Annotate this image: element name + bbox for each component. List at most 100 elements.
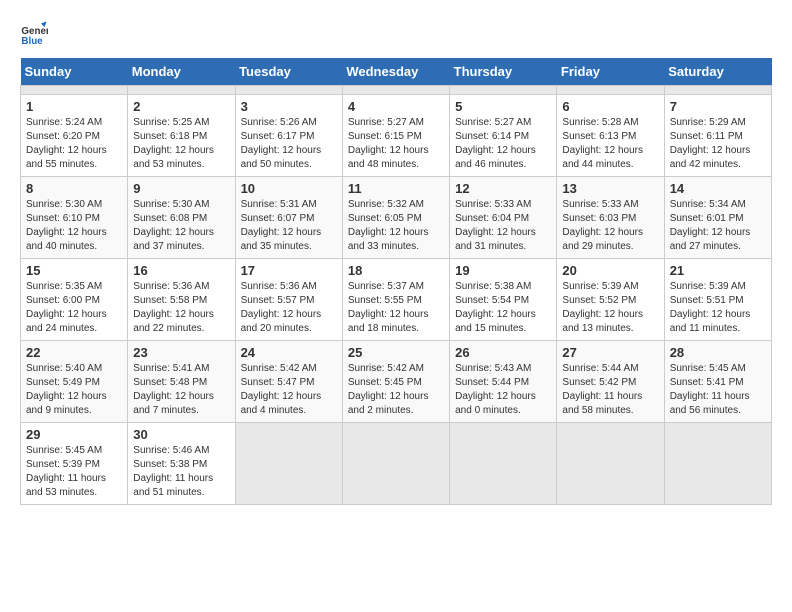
calendar-cell: 7 Sunrise: 5:29 AMSunset: 6:11 PMDayligh… bbox=[664, 95, 771, 177]
day-detail: Sunrise: 5:33 AMSunset: 6:03 PMDaylight:… bbox=[562, 198, 658, 254]
day-number: 12 bbox=[455, 181, 551, 196]
day-number: 27 bbox=[562, 345, 658, 360]
day-number: 5 bbox=[455, 99, 551, 114]
calendar-cell bbox=[235, 86, 342, 95]
day-detail: Sunrise: 5:26 AMSunset: 6:17 PMDaylight:… bbox=[241, 116, 337, 172]
day-detail: Sunrise: 5:30 AMSunset: 6:10 PMDaylight:… bbox=[26, 198, 122, 254]
day-detail: Sunrise: 5:25 AMSunset: 6:18 PMDaylight:… bbox=[133, 116, 229, 172]
calendar-cell bbox=[557, 86, 664, 95]
day-number: 3 bbox=[241, 99, 337, 114]
calendar-week-0 bbox=[21, 86, 772, 95]
day-header-sunday: Sunday bbox=[21, 58, 128, 86]
calendar-cell bbox=[664, 423, 771, 505]
calendar-cell: 30 Sunrise: 5:46 AMSunset: 5:38 PMDaylig… bbox=[128, 423, 235, 505]
day-number: 18 bbox=[348, 263, 444, 278]
day-header-thursday: Thursday bbox=[450, 58, 557, 86]
calendar-cell: 16 Sunrise: 5:36 AMSunset: 5:58 PMDaylig… bbox=[128, 259, 235, 341]
day-number: 7 bbox=[670, 99, 766, 114]
day-number: 23 bbox=[133, 345, 229, 360]
calendar-cell: 13 Sunrise: 5:33 AMSunset: 6:03 PMDaylig… bbox=[557, 177, 664, 259]
day-detail: Sunrise: 5:38 AMSunset: 5:54 PMDaylight:… bbox=[455, 280, 551, 336]
day-detail: Sunrise: 5:33 AMSunset: 6:04 PMDaylight:… bbox=[455, 198, 551, 254]
day-detail: Sunrise: 5:45 AMSunset: 5:39 PMDaylight:… bbox=[26, 444, 122, 500]
day-number: 8 bbox=[26, 181, 122, 196]
calendar-cell bbox=[450, 86, 557, 95]
calendar-cell: 23 Sunrise: 5:41 AMSunset: 5:48 PMDaylig… bbox=[128, 341, 235, 423]
day-detail: Sunrise: 5:44 AMSunset: 5:42 PMDaylight:… bbox=[562, 362, 658, 418]
calendar-cell: 21 Sunrise: 5:39 AMSunset: 5:51 PMDaylig… bbox=[664, 259, 771, 341]
day-number: 2 bbox=[133, 99, 229, 114]
day-number: 28 bbox=[670, 345, 766, 360]
calendar-cell: 25 Sunrise: 5:42 AMSunset: 5:45 PMDaylig… bbox=[342, 341, 449, 423]
calendar-cell: 27 Sunrise: 5:44 AMSunset: 5:42 PMDaylig… bbox=[557, 341, 664, 423]
calendar-cell: 10 Sunrise: 5:31 AMSunset: 6:07 PMDaylig… bbox=[235, 177, 342, 259]
calendar-week-1: 1 Sunrise: 5:24 AMSunset: 6:20 PMDayligh… bbox=[21, 95, 772, 177]
calendar-cell: 18 Sunrise: 5:37 AMSunset: 5:55 PMDaylig… bbox=[342, 259, 449, 341]
calendar-cell: 26 Sunrise: 5:43 AMSunset: 5:44 PMDaylig… bbox=[450, 341, 557, 423]
calendar-cell: 1 Sunrise: 5:24 AMSunset: 6:20 PMDayligh… bbox=[21, 95, 128, 177]
calendar-cell: 5 Sunrise: 5:27 AMSunset: 6:14 PMDayligh… bbox=[450, 95, 557, 177]
day-number: 22 bbox=[26, 345, 122, 360]
day-detail: Sunrise: 5:39 AMSunset: 5:52 PMDaylight:… bbox=[562, 280, 658, 336]
calendar-week-2: 8 Sunrise: 5:30 AMSunset: 6:10 PMDayligh… bbox=[21, 177, 772, 259]
day-header-monday: Monday bbox=[128, 58, 235, 86]
calendar-week-5: 29 Sunrise: 5:45 AMSunset: 5:39 PMDaylig… bbox=[21, 423, 772, 505]
day-number: 4 bbox=[348, 99, 444, 114]
day-detail: Sunrise: 5:42 AMSunset: 5:45 PMDaylight:… bbox=[348, 362, 444, 418]
day-detail: Sunrise: 5:41 AMSunset: 5:48 PMDaylight:… bbox=[133, 362, 229, 418]
calendar-cell bbox=[450, 423, 557, 505]
day-number: 10 bbox=[241, 181, 337, 196]
calendar-cell bbox=[342, 423, 449, 505]
day-number: 15 bbox=[26, 263, 122, 278]
calendar-cell bbox=[342, 86, 449, 95]
day-detail: Sunrise: 5:31 AMSunset: 6:07 PMDaylight:… bbox=[241, 198, 337, 254]
day-number: 14 bbox=[670, 181, 766, 196]
day-number: 16 bbox=[133, 263, 229, 278]
calendar-week-4: 22 Sunrise: 5:40 AMSunset: 5:49 PMDaylig… bbox=[21, 341, 772, 423]
day-detail: Sunrise: 5:37 AMSunset: 5:55 PMDaylight:… bbox=[348, 280, 444, 336]
calendar-cell: 8 Sunrise: 5:30 AMSunset: 6:10 PMDayligh… bbox=[21, 177, 128, 259]
calendar-cell bbox=[235, 423, 342, 505]
day-detail: Sunrise: 5:39 AMSunset: 5:51 PMDaylight:… bbox=[670, 280, 766, 336]
day-detail: Sunrise: 5:36 AMSunset: 5:58 PMDaylight:… bbox=[133, 280, 229, 336]
calendar-cell: 24 Sunrise: 5:42 AMSunset: 5:47 PMDaylig… bbox=[235, 341, 342, 423]
calendar-cell: 28 Sunrise: 5:45 AMSunset: 5:41 PMDaylig… bbox=[664, 341, 771, 423]
day-number: 20 bbox=[562, 263, 658, 278]
calendar-cell: 14 Sunrise: 5:34 AMSunset: 6:01 PMDaylig… bbox=[664, 177, 771, 259]
day-number: 19 bbox=[455, 263, 551, 278]
day-number: 25 bbox=[348, 345, 444, 360]
day-number: 17 bbox=[241, 263, 337, 278]
calendar-week-3: 15 Sunrise: 5:35 AMSunset: 6:00 PMDaylig… bbox=[21, 259, 772, 341]
calendar-cell: 4 Sunrise: 5:27 AMSunset: 6:15 PMDayligh… bbox=[342, 95, 449, 177]
calendar-cell: 11 Sunrise: 5:32 AMSunset: 6:05 PMDaylig… bbox=[342, 177, 449, 259]
day-header-wednesday: Wednesday bbox=[342, 58, 449, 86]
svg-text:Blue: Blue bbox=[21, 36, 43, 47]
calendar-cell: 19 Sunrise: 5:38 AMSunset: 5:54 PMDaylig… bbox=[450, 259, 557, 341]
calendar-cell: 6 Sunrise: 5:28 AMSunset: 6:13 PMDayligh… bbox=[557, 95, 664, 177]
day-detail: Sunrise: 5:27 AMSunset: 6:14 PMDaylight:… bbox=[455, 116, 551, 172]
day-number: 11 bbox=[348, 181, 444, 196]
calendar-cell: 2 Sunrise: 5:25 AMSunset: 6:18 PMDayligh… bbox=[128, 95, 235, 177]
day-detail: Sunrise: 5:27 AMSunset: 6:15 PMDaylight:… bbox=[348, 116, 444, 172]
day-number: 13 bbox=[562, 181, 658, 196]
day-detail: Sunrise: 5:40 AMSunset: 5:49 PMDaylight:… bbox=[26, 362, 122, 418]
calendar-cell: 15 Sunrise: 5:35 AMSunset: 6:00 PMDaylig… bbox=[21, 259, 128, 341]
calendar-table: SundayMondayTuesdayWednesdayThursdayFrid… bbox=[20, 58, 772, 505]
day-detail: Sunrise: 5:42 AMSunset: 5:47 PMDaylight:… bbox=[241, 362, 337, 418]
calendar-cell bbox=[557, 423, 664, 505]
day-number: 26 bbox=[455, 345, 551, 360]
day-detail: Sunrise: 5:36 AMSunset: 5:57 PMDaylight:… bbox=[241, 280, 337, 336]
calendar-cell: 17 Sunrise: 5:36 AMSunset: 5:57 PMDaylig… bbox=[235, 259, 342, 341]
day-detail: Sunrise: 5:28 AMSunset: 6:13 PMDaylight:… bbox=[562, 116, 658, 172]
day-number: 1 bbox=[26, 99, 122, 114]
day-header-saturday: Saturday bbox=[664, 58, 771, 86]
calendar-cell: 3 Sunrise: 5:26 AMSunset: 6:17 PMDayligh… bbox=[235, 95, 342, 177]
day-detail: Sunrise: 5:46 AMSunset: 5:38 PMDaylight:… bbox=[133, 444, 229, 500]
calendar-cell bbox=[21, 86, 128, 95]
day-number: 24 bbox=[241, 345, 337, 360]
calendar-cell: 22 Sunrise: 5:40 AMSunset: 5:49 PMDaylig… bbox=[21, 341, 128, 423]
day-number: 29 bbox=[26, 427, 122, 442]
calendar-cell: 9 Sunrise: 5:30 AMSunset: 6:08 PMDayligh… bbox=[128, 177, 235, 259]
day-detail: Sunrise: 5:32 AMSunset: 6:05 PMDaylight:… bbox=[348, 198, 444, 254]
calendar-header-row: SundayMondayTuesdayWednesdayThursdayFrid… bbox=[21, 58, 772, 86]
